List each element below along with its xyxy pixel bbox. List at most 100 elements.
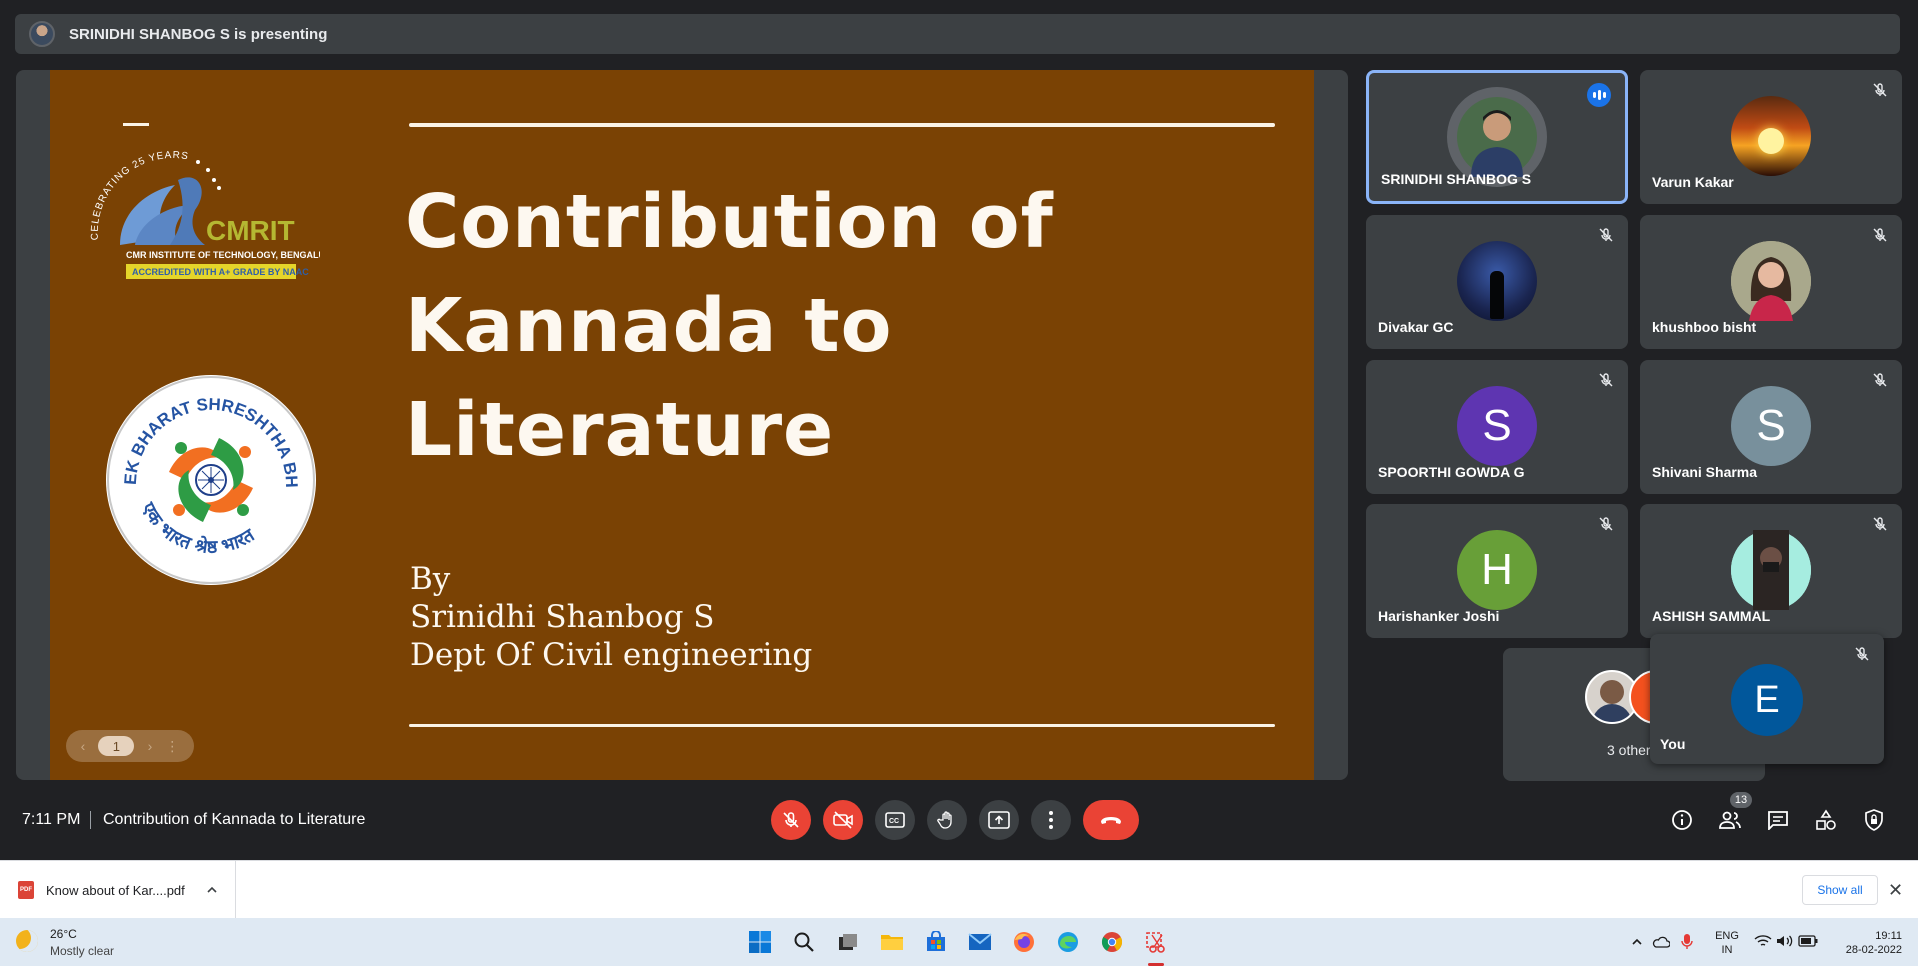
mic-off-icon [1855,647,1869,661]
task-view-button[interactable] [834,928,862,956]
participant-name: SRINIDHI SHANBOG S [1381,171,1532,187]
avatar [1457,241,1537,321]
activities-button[interactable] [1806,800,1846,840]
download-file-name: Know about of Kar....pdf [46,882,185,898]
participant-tile[interactable]: Divakar GC [1366,215,1628,349]
meeting-time: 7:11 PM [22,811,81,828]
weather-temperature[interactable]: 26°C [50,927,77,941]
presentation-stage[interactable]: CELEBRATING 25 YEARS CMRIT CMR INSTITUTE… [16,70,1348,780]
onedrive-icon[interactable] [1652,935,1670,949]
byline-dept: Dept Of Civil engineering [410,637,813,673]
presenter-avatar [29,21,55,47]
mic-off-icon [1873,517,1887,531]
meeting-title: Contribution of Kannada to Literature [103,811,366,828]
cmrit-logo: CELEBRATING 25 YEARS CMRIT CMR INSTITUTE… [90,150,320,279]
participant-name: Shivani Sharma [1652,464,1758,480]
avatar-photo [1731,241,1811,321]
download-shelf: PDF Know about of Kar....pdf Show all ✕ [0,860,1918,919]
self-name: You [1660,736,1686,752]
pager-more-icon[interactable]: ⋮ [165,738,179,755]
byline-author: Srinidhi Shanbog S [410,599,715,635]
weather-description[interactable]: Mostly clear [50,944,114,958]
avatar-letter: S [1482,401,1512,450]
pager-next-icon[interactable]: › [148,738,153,754]
mic-off-icon [1873,83,1887,97]
avatar: H [1457,530,1537,610]
cmrit-name: CMRIT [206,215,295,246]
close-icon[interactable]: ✕ [1888,881,1903,899]
raise-hand-button[interactable] [927,800,967,840]
participant-tile[interactable]: S Shivani Sharma [1640,360,1902,494]
info-icon [1672,810,1692,830]
snipping-tool-button[interactable] [1142,928,1170,956]
moon-icon[interactable] [16,930,38,952]
leave-call-button[interactable] [1083,800,1139,840]
microphone-icon[interactable] [1680,933,1694,951]
windows-logo-icon [749,931,771,953]
participant-tile[interactable]: S SPOORTHI GOWDA G [1366,360,1628,494]
participant-tile[interactable]: H Harishanker Joshi [1366,504,1628,638]
search-icon [794,932,814,952]
clock[interactable]: 19:11 28-02-2022 [1832,929,1902,957]
participant-tile[interactable]: khushboo bisht [1640,215,1902,349]
participant-tile[interactable]: ASHISH SAMMAL [1640,504,1902,638]
participant-name: ASHISH SAMMAL [1652,608,1771,624]
download-item[interactable]: PDF Know about of Kar....pdf [0,861,236,919]
participant-tile[interactable]: Varun Kakar [1640,70,1902,204]
pdf-file-icon: PDF [18,881,34,899]
presenting-bar: SRINIDHI SHANBOG S is presenting [15,14,1900,54]
mic-off-icon [1599,373,1613,387]
chevron-up-icon[interactable] [205,883,219,897]
avatar-photo [1731,530,1811,610]
store-icon [927,931,945,951]
captions-icon: CC [885,812,905,828]
more-options-button[interactable] [1031,800,1071,840]
taskbar-search-button[interactable] [790,928,818,956]
task-view-icon [839,934,857,950]
pager-prev-icon[interactable]: ‹ [81,738,86,754]
start-button[interactable] [746,928,774,956]
chevron-up-icon[interactable] [1630,935,1644,949]
firefox-icon [1014,932,1034,952]
firefox-button[interactable] [1010,928,1038,956]
avatar-letter: H [1481,545,1513,594]
input-language[interactable]: ENG IN [1712,929,1742,957]
mail-button[interactable] [966,928,994,956]
mic-off-icon [1599,228,1613,242]
host-controls-button[interactable] [1854,800,1894,840]
camera-toggle-button[interactable] [823,800,863,840]
mic-off-icon [1873,228,1887,242]
meeting-details-button[interactable] [1662,800,1702,840]
slide-pager[interactable]: ‹ 1 › ⋮ [66,730,194,762]
battery-icon[interactable] [1798,935,1818,947]
slide-bottom-rule [409,724,1275,727]
ebsb-logo: EK BHARAT SHRESHTHA BHARAT एक भारत श्रेष… [106,375,316,585]
mic-toggle-button[interactable] [771,800,811,840]
pager-page-number: 1 [98,736,135,756]
wifi-icon[interactable] [1754,934,1772,948]
participant-name: Divakar GC [1378,319,1454,335]
participant-name: Varun Kakar [1652,174,1734,190]
avatar-letter: S [1756,401,1786,450]
chrome-icon [1101,932,1123,952]
mic-off-icon [1873,373,1887,387]
mic-off-icon [783,812,799,828]
slide-title-line2: Kannada to Literature [405,283,893,473]
camera-off-icon [833,811,853,829]
chrome-button[interactable] [1098,928,1126,956]
chat-button[interactable] [1758,800,1798,840]
present-now-button[interactable] [979,800,1019,840]
participant-name: khushboo bisht [1652,319,1757,335]
store-button[interactable] [922,928,950,956]
edge-button[interactable] [1054,928,1082,956]
avatar [1731,530,1811,610]
mic-off-icon [1599,517,1613,531]
file-explorer-button[interactable] [878,928,906,956]
participant-tile[interactable]: SRINIDHI SHANBOG S [1366,70,1628,204]
self-tile[interactable]: E You [1650,634,1884,764]
avatar [1731,241,1811,321]
show-all-button[interactable]: Show all [1802,875,1878,905]
participant-name: SPOORTHI GOWDA G [1378,464,1525,480]
volume-icon[interactable] [1776,934,1794,948]
captions-button[interactable]: CC [875,800,915,840]
